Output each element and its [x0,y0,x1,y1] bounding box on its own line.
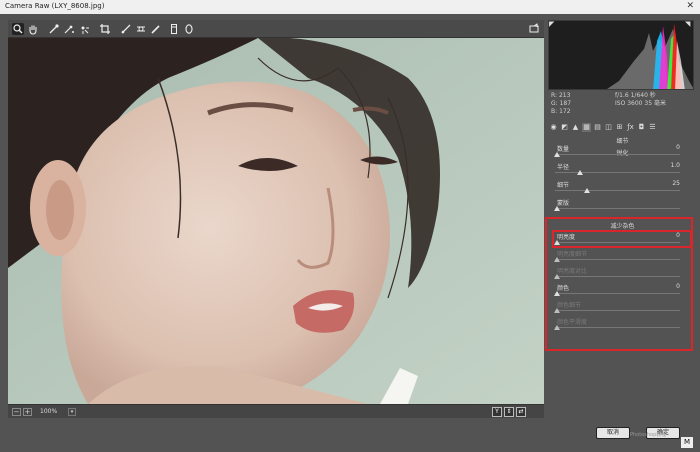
cancel-button[interactable]: 取消 [596,427,630,439]
transform-icon[interactable] [135,23,147,35]
tab-effects[interactable]: ƒx [626,123,635,132]
tab-split-toning[interactable]: ▤ [593,123,602,132]
bottom-bar: 取消 确定 [0,418,700,452]
slider-thumb[interactable] [577,170,583,175]
spot-removal-icon[interactable] [150,23,162,35]
watermark: Photoshop教程 [630,432,667,438]
slider-thumb[interactable] [584,188,590,193]
tab-camera-calibration[interactable]: ◘ [637,123,646,132]
title-bar: Camera Raw (LXY_8608.jpg) ✕ [0,0,700,14]
tab-presets[interactable]: ☰ [648,123,657,132]
highlight-clipping-icon[interactable]: ◥ [685,20,693,28]
zoom-out-button[interactable]: − [12,408,21,416]
tab-basic[interactable]: ◉ [549,123,558,132]
radial-filter-icon[interactable] [183,23,195,35]
slider-track[interactable] [555,172,680,173]
slider-row[interactable]: 半径 1.0 [555,162,690,178]
before-after-button[interactable]: ⇕ [504,407,514,417]
slider-track[interactable] [555,154,680,155]
noise-highlight-box [545,217,693,351]
shadow-clipping-icon[interactable]: ◤ [549,20,557,28]
slider-label: 半径 [557,164,570,171]
image-preview[interactable] [8,38,544,404]
rgb-readout: R: 213 G: 187 B: 172 [551,92,572,115]
status-bar: − + 100% ▾ Y ⇕ ⇄ [8,404,544,418]
zoom-in-button[interactable]: + [23,408,32,416]
fullscreen-icon[interactable] [528,23,540,35]
swap-settings-button[interactable]: ⇄ [516,407,526,417]
slider-value[interactable]: 1.0 [670,162,680,169]
close-icon[interactable]: ✕ [686,1,694,11]
panel-tabs: ◉ ◩ ▲ ▦ ▤ ◫ ⊞ ƒx ◘ ☰ [548,122,694,134]
slider-value[interactable]: 0 [676,144,680,151]
tab-hsl[interactable]: ▲ [571,123,580,132]
zoom-dropdown-icon[interactable]: ▾ [68,408,76,416]
hand-icon[interactable] [27,23,39,35]
corner-tab: M [681,437,693,448]
window-title: Camera Raw (LXY_8608.jpg) [5,2,105,10]
portrait-photo [8,38,544,404]
straighten-icon[interactable] [120,23,132,35]
eyedropper-icon[interactable] [48,23,60,35]
view-y-button[interactable]: Y [492,407,502,417]
tab-lens[interactable]: ◫ [604,123,613,132]
slider-label: 细节 [557,182,570,189]
histogram [548,20,694,90]
toolbar [8,20,544,38]
histogram-graph [607,23,693,89]
slider-row[interactable]: 细节 25 [555,180,690,196]
zoom-icon[interactable] [12,23,24,35]
brush-icon[interactable] [168,23,180,35]
crop-icon[interactable] [99,23,111,35]
exif-info: f/1.6 1/640 秒 ISO 3600 35 毫米 [615,92,666,107]
color-sampler-icon[interactable] [63,23,75,35]
slider-value[interactable]: 25 [672,180,680,187]
tab-transform[interactable]: ⊞ [615,123,624,132]
slider-thumb[interactable] [554,152,560,157]
tab-detail[interactable]: ▦ [582,123,591,132]
tab-tone-curve[interactable]: ◩ [560,123,569,132]
slider-track[interactable] [555,208,680,209]
slider-row[interactable]: 蒙版 [554,198,690,214]
adjustment-panel: ◤ ◥ R: 213 G: 187 B: 172 f/1.6 1/640 秒 I… [545,14,700,434]
targeted-adjust-icon[interactable] [78,23,90,35]
slider-row[interactable]: 数量 0 [554,144,690,160]
slider-track[interactable] [555,190,680,191]
zoom-level[interactable]: 100% [40,408,57,415]
slider-thumb[interactable] [554,206,560,211]
